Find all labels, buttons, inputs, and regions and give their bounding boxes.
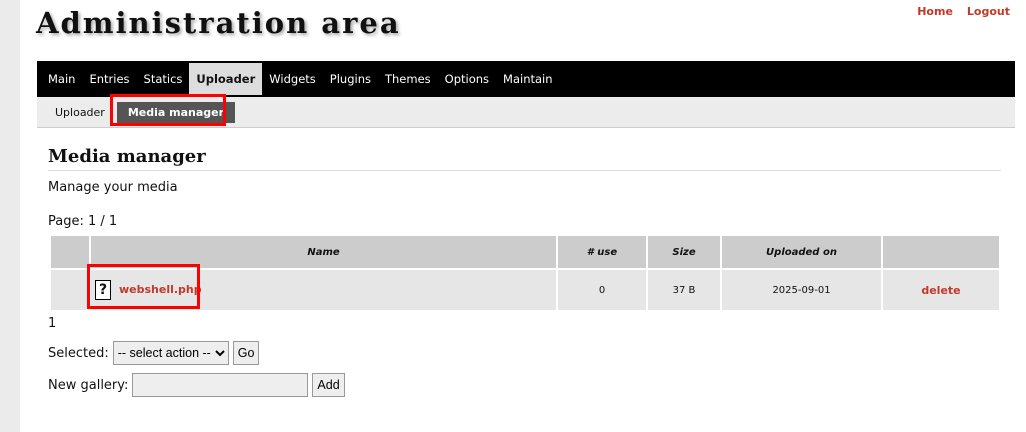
- header-uploaded[interactable]: Uploaded on: [722, 236, 881, 268]
- page-description: Manage your media: [48, 180, 178, 195]
- home-link[interactable]: Home: [917, 5, 953, 18]
- logout-link[interactable]: Logout: [967, 5, 1010, 18]
- gallery-form: New gallery: Add: [48, 373, 345, 397]
- selected-label: Selected:: [48, 345, 109, 361]
- nav-main[interactable]: Main: [41, 63, 82, 95]
- actions-cell: delete: [883, 270, 999, 310]
- row-select[interactable]: [51, 270, 89, 310]
- bulk-action-form: Selected: -- select action -- Go: [48, 341, 260, 365]
- nav-statics[interactable]: Statics: [137, 63, 190, 95]
- gallery-input[interactable]: [132, 373, 309, 397]
- nav-entries[interactable]: Entries: [82, 63, 136, 95]
- uploaded-cell: 2025-09-01: [722, 270, 881, 310]
- header-uses[interactable]: # use: [558, 236, 646, 268]
- main-nav: Main Entries Statics Uploader Widgets Pl…: [37, 61, 1015, 97]
- left-strip: [0, 0, 20, 432]
- nav-options[interactable]: Options: [438, 63, 496, 95]
- go-button[interactable]: Go: [232, 341, 260, 365]
- header-actions: [883, 236, 999, 268]
- header-size[interactable]: Size: [648, 236, 720, 268]
- page-link[interactable]: 1: [48, 316, 56, 331]
- action-select[interactable]: -- select action --: [112, 341, 229, 365]
- highlight-box: [87, 264, 200, 309]
- subnav-uploader[interactable]: Uploader: [49, 102, 111, 123]
- nav-widgets[interactable]: Widgets: [262, 63, 323, 95]
- size-cell: 37 B: [648, 270, 720, 310]
- nav-uploader[interactable]: Uploader: [189, 63, 263, 95]
- top-links: Home Logout: [903, 5, 1010, 18]
- highlight-box: [110, 94, 226, 126]
- header-select: [51, 236, 89, 268]
- nav-maintain[interactable]: Maintain: [496, 63, 560, 95]
- page-header-title: Administration area: [36, 6, 401, 40]
- add-button[interactable]: Add: [312, 373, 345, 397]
- nav-plugins[interactable]: Plugins: [323, 63, 378, 95]
- gallery-label: New gallery:: [48, 377, 129, 393]
- page-title: Media manager: [48, 146, 1001, 171]
- uses-cell: 0: [558, 270, 646, 310]
- delete-link[interactable]: delete: [921, 284, 960, 297]
- pagination-info: Page: 1 / 1: [48, 214, 118, 229]
- nav-themes[interactable]: Themes: [378, 63, 438, 95]
